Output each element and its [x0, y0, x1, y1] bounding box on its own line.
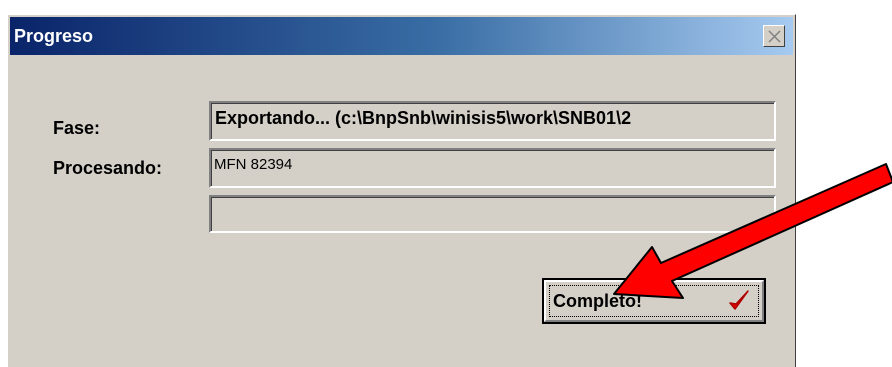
- window-title: Progreso: [14, 26, 94, 46]
- close-button[interactable]: [763, 25, 785, 47]
- procesando-value: MFN 82394: [214, 156, 293, 173]
- fase-field: Exportando... (c:\BnpSnb\winisis5\work\S…: [209, 101, 776, 141]
- progress-bar: [209, 195, 776, 233]
- procesando-label: Procesando:: [53, 158, 163, 178]
- fase-label: Fase:: [53, 118, 101, 138]
- complete-button-label: Completo!: [553, 291, 642, 311]
- close-icon: [768, 30, 781, 43]
- fase-value: Exportando... (c:\BnpSnb\winisis5\work\S…: [215, 108, 632, 128]
- title-bar[interactable]: Progreso: [10, 17, 793, 55]
- procesando-field: MFN 82394: [209, 148, 776, 188]
- checkmark-icon: [729, 290, 749, 310]
- progress-dialog: Progreso Fase: Exportando... (c:\BnpSnb\…: [7, 14, 796, 367]
- complete-button[interactable]: Completo!: [542, 278, 766, 324]
